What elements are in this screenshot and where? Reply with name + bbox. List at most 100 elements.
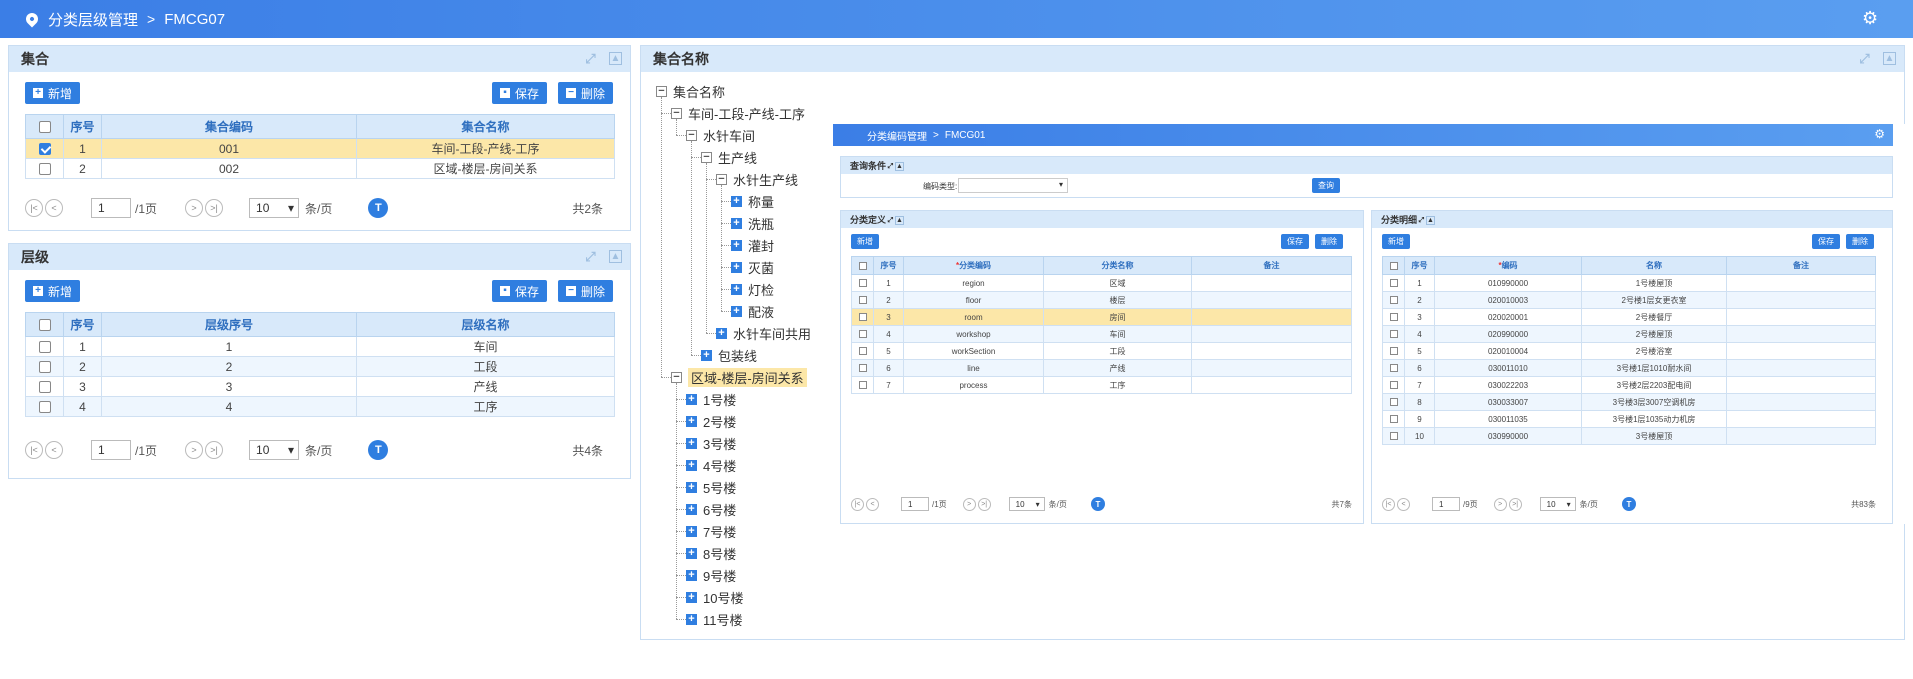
select-all-checkbox[interactable] — [25, 114, 64, 139]
expand-icon[interactable]: ⤢ — [584, 250, 597, 263]
row-checkbox[interactable] — [851, 376, 874, 394]
table-row[interactable]: 3 020020001 2号楼餐厅 — [1382, 308, 1876, 326]
collapse-node-icon[interactable]: − — [656, 85, 667, 97]
tree-node-label[interactable]: 11号楼 — [703, 610, 743, 629]
table-row[interactable]: 1 010990000 1号楼屋顶 — [1382, 274, 1876, 292]
expand-icon[interactable]: ⤢ — [1858, 52, 1871, 65]
table-row[interactable]: 2 002 区域-楼层-房间关系 — [25, 158, 615, 179]
inner-breadcrumb-module[interactable]: 分类编码管理 — [867, 128, 927, 143]
tree-node[interactable]: +6号楼 — [686, 500, 736, 518]
table-row[interactable]: 1 001 车间-工段-产线-工序 — [25, 138, 615, 159]
detail-delete-button[interactable]: 删除 — [1846, 234, 1874, 249]
expand-icon[interactable]: ⤢ — [886, 217, 895, 226]
table-row[interactable]: 4 4 工序 — [25, 396, 615, 417]
collapse-node-icon[interactable]: − — [671, 371, 682, 383]
row-checkbox[interactable] — [25, 356, 64, 377]
collapse-icon[interactable]: ▲ — [1883, 52, 1896, 65]
tree-node-label[interactable]: 灌封 — [748, 236, 774, 255]
expand-node-icon[interactable]: + — [686, 503, 697, 515]
tree-node-label[interactable]: 6号楼 — [703, 500, 736, 519]
def-add-button[interactable]: 新增 — [851, 234, 879, 249]
tree-node-label[interactable]: 水针车间 — [703, 126, 755, 145]
expand-node-icon[interactable]: + — [716, 327, 727, 339]
query-button[interactable]: 查询 — [1312, 178, 1340, 193]
page-size-select[interactable]: 10 ▾ — [249, 198, 300, 218]
tree-node-label[interactable]: 水针车间共用 — [733, 324, 811, 343]
tree-node[interactable]: − 集合名称 — [656, 82, 725, 100]
collapse-icon[interactable]: ▲ — [609, 52, 622, 65]
tree-node[interactable]: + 洗瓶 — [731, 214, 774, 232]
table-row[interactable]: 4 workshop 车间 — [851, 325, 1352, 343]
row-checkbox[interactable] — [25, 138, 64, 159]
tree-node-label[interactable]: 2号楼 — [703, 412, 736, 431]
tree-node[interactable]: +11号楼 — [686, 610, 743, 628]
page-input[interactable]: 1 — [91, 198, 131, 218]
table-row[interactable]: 7 030022203 3号楼2层2203配电间 — [1382, 376, 1876, 394]
page-size-select[interactable]: 10 ▾ — [249, 440, 300, 460]
prev-page-icon[interactable]: < — [1397, 497, 1410, 511]
gear-icon[interactable]: ⚙ — [1862, 8, 1878, 29]
first-page-icon[interactable]: |< — [851, 497, 864, 511]
expand-icon[interactable]: ⤢ — [886, 163, 895, 172]
tree-node-label[interactable]: 8号楼 — [703, 544, 736, 563]
table-row[interactable]: 2 2 工段 — [25, 356, 615, 377]
table-row[interactable]: 2 020010003 2号楼1层女更衣室 — [1382, 291, 1876, 309]
tree-node-label[interactable]: 区域-楼层-房间关系 — [688, 367, 807, 387]
tree-node-label[interactable]: 配液 — [748, 302, 774, 321]
level-save-button[interactable]: ▪ 保存 — [492, 280, 548, 302]
set-add-button[interactable]: + 新增 — [25, 82, 81, 104]
row-checkbox[interactable] — [1382, 410, 1405, 428]
row-checkbox[interactable] — [851, 274, 874, 292]
tree-node[interactable]: +7号楼 — [686, 522, 736, 540]
expand-node-icon[interactable]: + — [686, 437, 697, 449]
tree-node[interactable]: + 水针车间共用 — [716, 324, 811, 342]
code-type-select[interactable]: ▾ — [958, 178, 1068, 193]
collapse-icon[interactable]: ▲ — [895, 161, 905, 171]
next-page-icon[interactable]: > — [185, 199, 204, 217]
expand-node-icon[interactable]: + — [686, 613, 697, 625]
export-icon[interactable]: T — [368, 440, 389, 460]
next-page-icon[interactable]: > — [962, 497, 976, 511]
prev-page-icon[interactable]: < — [45, 199, 63, 217]
table-row[interactable]: 6 line 产线 — [851, 359, 1352, 377]
tree-node[interactable]: + 称量 — [731, 192, 774, 210]
tree-node[interactable]: − 区域-楼层-房间关系 — [671, 367, 807, 387]
prev-page-icon[interactable]: < — [45, 441, 63, 459]
tree-node-label[interactable]: 5号楼 — [703, 478, 736, 497]
collapse-node-icon[interactable]: − — [686, 129, 697, 141]
row-checkbox[interactable] — [1382, 291, 1405, 309]
def-delete-button[interactable]: 删除 — [1315, 234, 1343, 249]
tree-node-label[interactable]: 7号楼 — [703, 522, 736, 541]
table-row[interactable]: 1 1 车间 — [25, 336, 615, 357]
row-checkbox[interactable] — [851, 342, 874, 360]
tree-node-label[interactable]: 4号楼 — [703, 456, 736, 475]
row-checkbox[interactable] — [851, 291, 874, 309]
tree-node[interactable]: − 车间-工段-产线-工序 — [671, 104, 805, 122]
tree-node-label[interactable]: 称量 — [748, 192, 774, 211]
table-row[interactable]: 3 room 房间 — [851, 308, 1352, 326]
last-page-icon[interactable]: >| — [977, 497, 991, 511]
next-page-icon[interactable]: > — [1493, 497, 1507, 511]
first-page-icon[interactable]: |< — [25, 441, 43, 459]
first-page-icon[interactable]: |< — [1382, 497, 1395, 511]
tree-node[interactable]: − 水针车间 — [686, 126, 755, 144]
collapse-icon[interactable]: ▲ — [1426, 215, 1436, 225]
def-save-button[interactable]: 保存 — [1281, 234, 1309, 249]
prev-page-icon[interactable]: < — [866, 497, 879, 511]
row-checkbox[interactable] — [851, 325, 874, 343]
tree-node[interactable]: +9号楼 — [686, 566, 736, 584]
next-page-icon[interactable]: > — [185, 441, 204, 459]
row-checkbox[interactable] — [1382, 359, 1405, 377]
export-icon[interactable]: T — [368, 198, 389, 218]
tree-node-label[interactable]: 灯检 — [748, 280, 774, 299]
tree-node[interactable]: − 水针生产线 — [716, 170, 798, 188]
select-all-checkbox[interactable] — [1382, 256, 1405, 275]
expand-node-icon[interactable]: + — [686, 569, 697, 581]
collapse-icon[interactable]: ▲ — [609, 250, 622, 263]
tree-node-label[interactable]: 包装线 — [718, 346, 757, 365]
table-row[interactable]: 5 020010004 2号楼浴室 — [1382, 342, 1876, 360]
expand-node-icon[interactable]: + — [686, 481, 697, 493]
tree-node[interactable]: − 生产线 — [701, 148, 757, 166]
tree-node-label[interactable]: 灭菌 — [748, 258, 774, 277]
detail-save-button[interactable]: 保存 — [1812, 234, 1840, 249]
